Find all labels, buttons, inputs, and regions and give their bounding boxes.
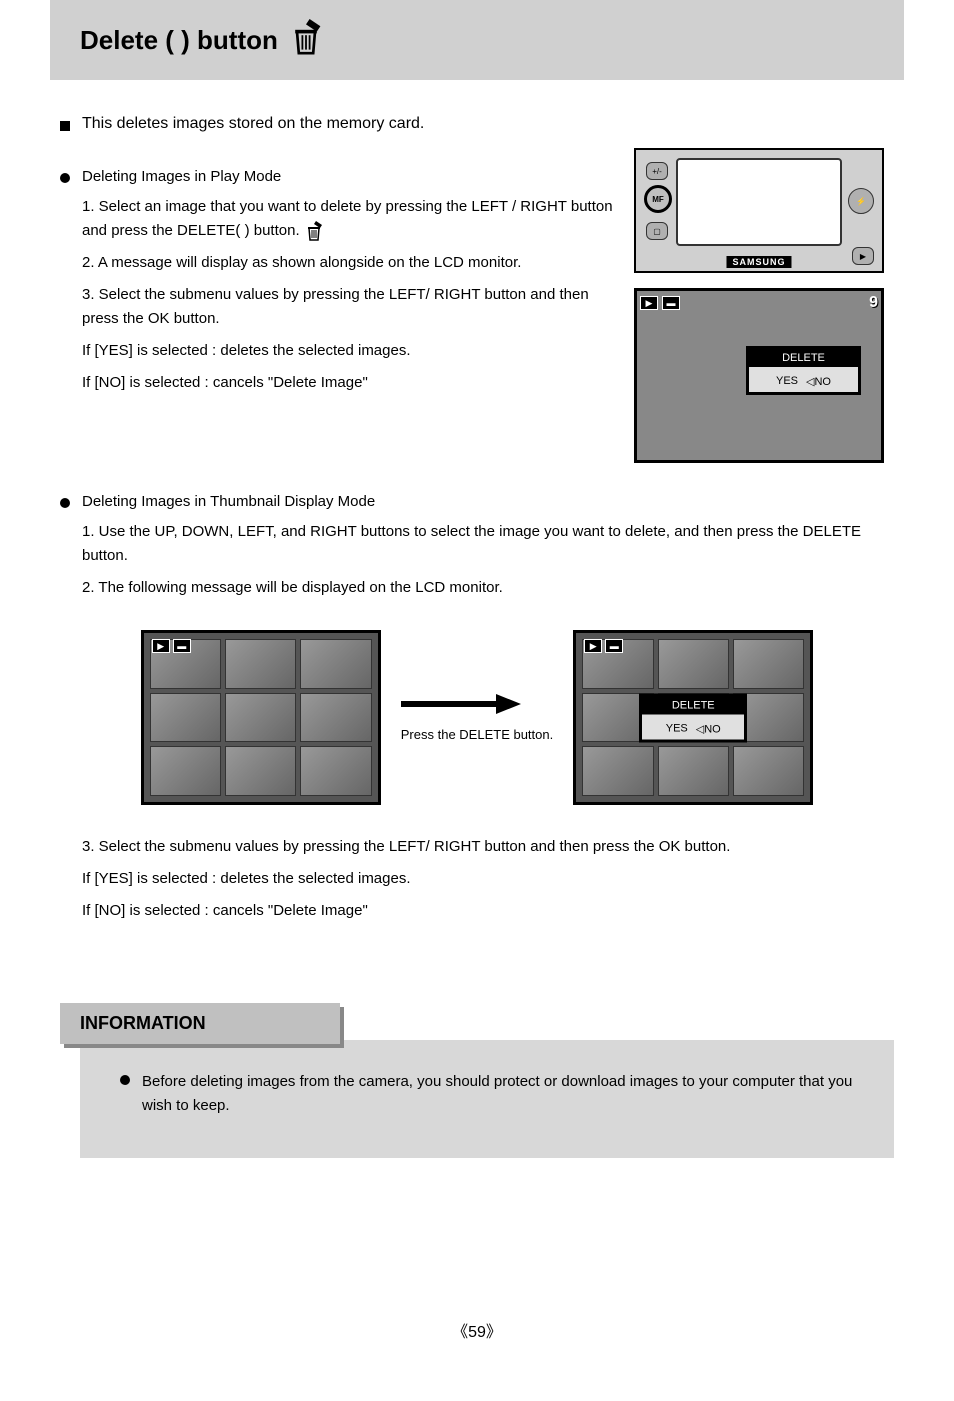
image-col: +/- MF ▢ ⚡ ▶ SAMSUNG ▶ ▬ 9 DELETE (634, 148, 894, 473)
thumb-step1: 1. Use the UP, DOWN, LEFT, and RIGHT but… (82, 520, 894, 568)
thumbnail-image (733, 746, 804, 796)
dialog-yes: YES (666, 722, 688, 735)
delete-dialog: DELETE YES ◁NO (746, 346, 861, 395)
thumbnail-image (658, 639, 729, 689)
thumb-grid-after: ▶ ▬ DELETE YES ◁NO (573, 630, 813, 805)
camera-brand-logo: SAMSUNG (726, 256, 791, 268)
thumb-step3-intro: 3. Select the submenu values by pressing… (82, 835, 894, 859)
content-area: This deletes images stored on the memory… (0, 80, 954, 1198)
single-step2: 2. A message will display as shown along… (82, 251, 614, 275)
dialog-body: YES ◁NO (642, 714, 744, 739)
battery-icon: ▬ (605, 639, 623, 653)
thumb-title: Deleting Images in Thumbnail Display Mod… (82, 493, 375, 510)
arrow-right-icon: Press the DELETE button. (401, 694, 553, 742)
play-button-icon: ▶ (852, 247, 874, 265)
dialog-no: ◁NO (806, 375, 831, 388)
thumbnail-image (225, 693, 296, 743)
battery-icon: ▬ (173, 639, 191, 653)
mf-delete-button-icon: MF (644, 185, 672, 213)
thumbnail-image (300, 746, 371, 796)
single-step3-no: If [NO] is selected : cancels "Delete Im… (82, 371, 614, 395)
dialog-no: ◁NO (696, 722, 721, 735)
camera-screen (676, 158, 842, 246)
lcd-counter: 9 (869, 294, 878, 312)
thumbnail-image (150, 746, 221, 796)
lcd-topbar: ▶ ▬ 9 (640, 294, 878, 312)
thumbnail-image (150, 693, 221, 743)
display-button-icon: ▢ (646, 222, 668, 240)
thumbnail-image (733, 639, 804, 689)
page-number: 59 (468, 1324, 486, 1341)
circle-bullet-icon (120, 1075, 130, 1085)
page-footer: 《59》 (0, 1318, 954, 1382)
thumbs-row: ▶ ▬ Press the DELETE button. (60, 630, 894, 805)
thumbnail-image (225, 639, 296, 689)
header-title: Delete ( ) button (80, 25, 278, 56)
info-text: Before deleting images from the camera, … (142, 1070, 864, 1118)
dialog-header: DELETE (642, 696, 744, 714)
section-intro: This deletes images stored on the memory… (60, 115, 894, 133)
thumbnail-image (300, 639, 371, 689)
trash-icon (304, 220, 324, 242)
trash-icon (288, 17, 324, 64)
dialog-body: YES ◁NO (749, 367, 858, 392)
info-header: INFORMATION (60, 1003, 340, 1044)
circle-bullet-icon (60, 173, 70, 183)
ev-button-icon: +/- (646, 162, 668, 180)
thumbnail-image (582, 746, 653, 796)
single-step3-yes: If [YES] is selected : deletes the selec… (82, 339, 614, 363)
flash-button-icon: ⚡ (848, 188, 874, 214)
delete-dialog: DELETE YES ◁NO (639, 693, 747, 742)
thumb-title-item: Deleting Images in Thumbnail Display Mod… (60, 493, 894, 510)
page-header: Delete ( ) button (50, 0, 904, 80)
thumb-step3-no: If [NO] is selected : cancels "Delete Im… (82, 899, 894, 923)
intro-text: This deletes images stored on the memory… (82, 115, 424, 133)
play-mode-icon: ▶ (640, 296, 658, 310)
play-mode-icon: ▶ (152, 639, 170, 653)
left-triangle-icon: ◁ (696, 723, 704, 735)
thumb-step2: 2. The following message will be display… (82, 576, 894, 600)
camera-illustration: +/- MF ▢ ⚡ ▶ SAMSUNG (634, 148, 884, 273)
information-box: INFORMATION Before deleting images from … (60, 1003, 894, 1158)
thumbnail-image (225, 746, 296, 796)
thumbnail-image (300, 693, 371, 743)
arrow-caption: Press the DELETE button. (401, 727, 553, 742)
single-delete-row: Deleting Images in Play Mode 1. Select a… (60, 148, 894, 473)
single-text-col: Deleting Images in Play Mode 1. Select a… (60, 148, 614, 473)
thumb-grid-before: ▶ ▬ (141, 630, 381, 805)
info-body: Before deleting images from the camera, … (80, 1040, 894, 1158)
single-title: Deleting Images in Play Mode (82, 168, 281, 185)
single-step1: 1. Select an image that you want to dele… (82, 195, 614, 243)
dialog-header: DELETE (749, 349, 858, 367)
single-step3-intro: 3. Select the submenu values by pressing… (82, 283, 614, 331)
thumbnail-image (658, 746, 729, 796)
battery-icon: ▬ (662, 296, 680, 310)
dialog-yes: YES (776, 375, 798, 388)
square-bullet-icon (60, 121, 70, 131)
single-title-item: Deleting Images in Play Mode (60, 168, 614, 185)
play-mode-icon: ▶ (584, 639, 602, 653)
circle-bullet-icon (60, 498, 70, 508)
lcd-preview: ▶ ▬ 9 DELETE YES ◁NO (634, 288, 884, 463)
thumb-step3-yes: If [YES] is selected : deletes the selec… (82, 867, 894, 891)
lcd-status-icons: ▶ ▬ (640, 296, 680, 310)
